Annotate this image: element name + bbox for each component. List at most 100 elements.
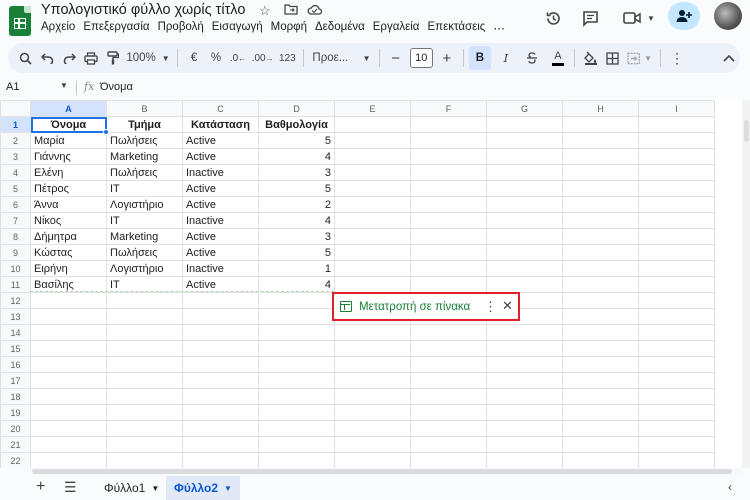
row-header[interactable]: 2: [0, 132, 31, 149]
cell[interactable]: [334, 420, 411, 437]
share-button[interactable]: [668, 2, 700, 30]
cell[interactable]: [334, 180, 411, 197]
redo-icon[interactable]: [58, 46, 80, 70]
print-icon[interactable]: [80, 46, 102, 70]
paint-format-icon[interactable]: [102, 46, 124, 70]
cell[interactable]: [410, 356, 487, 373]
cell[interactable]: [106, 452, 183, 468]
cell[interactable]: [486, 260, 563, 277]
cell[interactable]: [410, 148, 487, 165]
cell[interactable]: [30, 340, 107, 357]
row-header[interactable]: 10: [0, 260, 31, 277]
cell[interactable]: [410, 260, 487, 277]
cell[interactable]: [486, 420, 563, 437]
row-header[interactable]: 8: [0, 228, 31, 245]
cell[interactable]: [562, 308, 639, 325]
percent-format-button[interactable]: %: [205, 46, 227, 70]
cell[interactable]: Τμήμα: [106, 116, 183, 133]
menu-insert[interactable]: Εισαγωγή: [212, 21, 263, 35]
cell[interactable]: [638, 340, 715, 357]
cell[interactable]: [334, 452, 411, 468]
cell[interactable]: [182, 420, 259, 437]
cell[interactable]: Inactive: [182, 260, 259, 277]
cell[interactable]: [182, 340, 259, 357]
cell[interactable]: [258, 404, 335, 421]
cell[interactable]: [334, 356, 411, 373]
cell[interactable]: Νίκος: [30, 212, 107, 229]
column-header[interactable]: G: [486, 100, 563, 117]
menu-extensions[interactable]: Επεκτάσεις: [427, 21, 485, 35]
increase-decimals-button[interactable]: .00 →: [249, 46, 276, 70]
column-header[interactable]: C: [182, 100, 259, 117]
cell[interactable]: [638, 244, 715, 261]
chevron-down-icon[interactable]: ▼: [60, 81, 68, 90]
cell[interactable]: [182, 308, 259, 325]
text-color-button[interactable]: A: [547, 46, 569, 70]
cell[interactable]: Δήμητρα: [30, 228, 107, 245]
cell[interactable]: Marketing: [106, 228, 183, 245]
star-icon[interactable]: ☆: [259, 3, 271, 19]
cell[interactable]: [106, 340, 183, 357]
cell[interactable]: [106, 292, 183, 309]
cell[interactable]: [182, 292, 259, 309]
menu-format[interactable]: Μορφή: [271, 21, 307, 35]
cell[interactable]: Λογιστήριο: [106, 260, 183, 277]
cell[interactable]: [638, 116, 715, 133]
cell[interactable]: [334, 196, 411, 213]
cell[interactable]: [182, 372, 259, 389]
cell[interactable]: [410, 388, 487, 405]
cell[interactable]: [30, 452, 107, 468]
column-header[interactable]: I: [638, 100, 715, 117]
font-select[interactable]: Προε... ▼: [309, 46, 373, 70]
cell[interactable]: [638, 388, 715, 405]
strikethrough-icon[interactable]: [521, 46, 543, 70]
formula-input[interactable]: Όνομα: [100, 81, 133, 93]
cell[interactable]: Πωλήσεις: [106, 244, 183, 261]
convert-to-table-chip[interactable]: Μετατροπή σε πίνακα ⋮ ✕: [332, 292, 520, 321]
cell[interactable]: [30, 436, 107, 453]
cell[interactable]: 5: [258, 180, 335, 197]
cell[interactable]: [410, 452, 487, 468]
menu-edit[interactable]: Επεξεργασία: [83, 21, 149, 35]
cell[interactable]: [334, 436, 411, 453]
cell[interactable]: [562, 180, 639, 197]
more-options-icon[interactable]: ⋮: [666, 46, 688, 70]
cell[interactable]: Κώστας: [30, 244, 107, 261]
merge-cells-icon[interactable]: ▼: [624, 46, 655, 70]
cell[interactable]: [638, 420, 715, 437]
cell[interactable]: [638, 452, 715, 468]
zoom-select[interactable]: 100% ▼: [124, 46, 172, 70]
row-header[interactable]: 11: [0, 276, 31, 293]
sheet-tab[interactable]: Φύλλο1 ▼: [96, 476, 167, 500]
cell[interactable]: [562, 276, 639, 293]
cell[interactable]: [410, 244, 487, 261]
cell[interactable]: [638, 372, 715, 389]
cell[interactable]: Πωλήσεις: [106, 132, 183, 149]
cell[interactable]: [182, 404, 259, 421]
decrease-font-size-button[interactable]: −: [385, 46, 407, 70]
cell[interactable]: [258, 308, 335, 325]
cell[interactable]: [486, 228, 563, 245]
cell[interactable]: [258, 452, 335, 468]
cell[interactable]: [258, 436, 335, 453]
cell[interactable]: [30, 324, 107, 341]
column-header[interactable]: B: [106, 100, 183, 117]
cell[interactable]: [486, 116, 563, 133]
cell[interactable]: [334, 324, 411, 341]
cell[interactable]: [410, 276, 487, 293]
cell[interactable]: [334, 164, 411, 181]
cell[interactable]: [486, 132, 563, 149]
fill-handle[interactable]: [103, 129, 109, 135]
row-header[interactable]: 1: [0, 116, 31, 133]
cell[interactable]: [258, 372, 335, 389]
cell[interactable]: Active: [182, 180, 259, 197]
cell[interactable]: [562, 356, 639, 373]
cell[interactable]: Ειρήνη: [30, 260, 107, 277]
cell[interactable]: [30, 308, 107, 325]
cell[interactable]: [106, 420, 183, 437]
cell[interactable]: [638, 308, 715, 325]
cell[interactable]: [182, 324, 259, 341]
cell[interactable]: [182, 436, 259, 453]
cell[interactable]: [106, 356, 183, 373]
cell[interactable]: [486, 196, 563, 213]
